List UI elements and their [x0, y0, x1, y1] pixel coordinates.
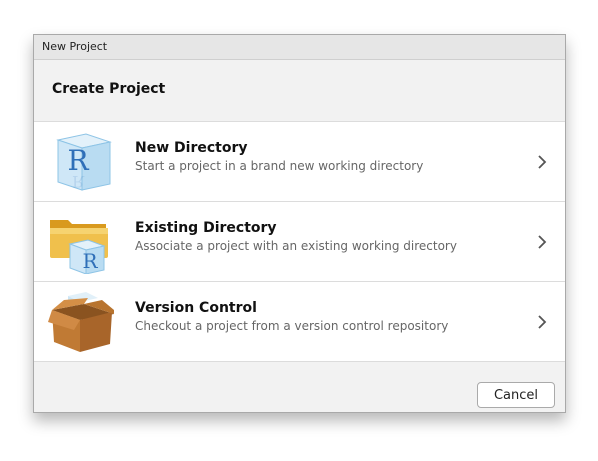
svg-text:R: R [82, 249, 98, 273]
option-title: Existing Directory [135, 220, 277, 236]
dialog-footer: Cancel [34, 362, 565, 414]
option-description: Start a project in a brand new working d… [135, 159, 424, 173]
cancel-button[interactable]: Cancel [477, 382, 555, 408]
option-description: Checkout a project from a version contro… [135, 319, 449, 333]
window-titlebar: New Project [34, 35, 565, 60]
open-box-icon: R [48, 290, 114, 354]
option-existing-directory[interactable]: R Existing Directory Associate a project… [34, 202, 565, 282]
r-cube-icon: R R [48, 130, 114, 194]
option-title: New Directory [135, 140, 248, 156]
page-title: Create Project [52, 81, 166, 97]
window-title: New Project [42, 40, 108, 53]
folder-r-cube-icon: R [48, 210, 114, 275]
project-options-list: R R New Directory Start a project in a b… [34, 122, 565, 362]
option-new-directory[interactable]: R R New Directory Start a project in a b… [34, 122, 565, 202]
chevron-right-icon [538, 235, 547, 249]
svg-text:R: R [72, 172, 85, 191]
new-project-dialog: New Project Create Project R R New Direc… [33, 34, 566, 413]
option-description: Associate a project with an existing wor… [135, 239, 457, 253]
option-title: Version Control [135, 300, 257, 316]
chevron-right-icon [538, 155, 547, 169]
chevron-right-icon [538, 315, 547, 329]
option-version-control[interactable]: R Version Control Checkout a project fro… [34, 282, 565, 362]
dialog-header: Create Project [34, 60, 565, 122]
